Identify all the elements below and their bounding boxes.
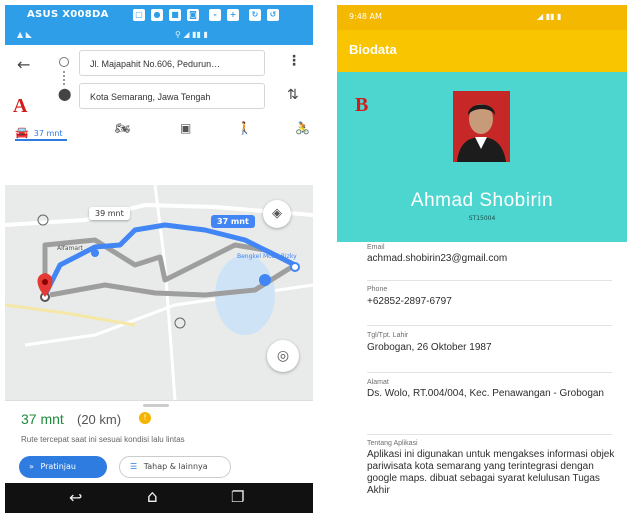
volume-down-icon[interactable]: - [209,9,221,21]
email-label: Email [367,244,385,251]
more-menu-icon[interactable]: ⋮ [287,53,301,69]
android-status-bar: ▲ ◣ ⚲ ◢ ▮▮ ▮ [5,27,313,45]
start-button-label: Pratinjau [40,462,76,471]
refresh-icon[interactable]: ↺ [267,9,279,21]
home-icon[interactable]: ⌂ [147,487,158,507]
car-time: 37 mnt [33,129,63,138]
address-value: Ds. Wolo, RT.004/004, Kec. Penawangan - … [367,388,604,399]
alt-route-label[interactable]: 39 mnt [89,207,130,220]
motorbike-icon[interactable]: 🏍 [115,121,130,135]
profile-header: B Ahmad Shobirin ST15004 [337,72,627,242]
volume-up-icon[interactable]: + [227,9,239,21]
person-photo-icon [453,91,510,162]
divider [367,325,612,326]
car-icon: 🚘 [15,126,29,139]
route-distance: (20 km) [77,412,122,427]
power-icon[interactable]: ● [151,9,163,21]
profile-name: Ahmad Shobirin [410,190,554,211]
sheet-handle[interactable] [143,404,169,407]
status-icons: ⚲ ◢ ▮▮ ▮ [175,30,208,39]
warning-icon: ! [139,412,151,424]
transit-icon[interactable]: ▣ [180,121,191,135]
about-value: Aplikasi ini digunakan untuk mengakses i… [367,449,615,496]
email-value: achmad.shobirin23@gmail.com [367,253,508,264]
origin-field[interactable]: Jl. Majapahit No.606, Pedurun… [79,50,265,76]
profile-photo [453,91,510,162]
biodata-list: Email achmad.shobirin23@gmail.com Phone … [337,242,627,513]
profile-id: ST15004 [468,215,496,222]
panel-letter-a: A [13,95,28,117]
rotate-icon[interactable]: ↻ [249,9,261,21]
route-note: Rute tercepat saat ini sesuai kondisi la… [21,435,185,444]
travel-mode-bar: 🚘 37 mnt 🏍 ▣ 🚶 🚴 [5,117,313,145]
panel-b-biodata: 9:48 AM ◢ ▮▮ ▮ Biodata B Ahmad Shobirin … [337,5,627,513]
panel-a-maps: ASUS X008DA ▢ ● ■ ◙ - + ↻ ↺ ▲ ◣ ⚲ ◢ ▮▮ ▮… [5,5,313,513]
swap-icon[interactable]: ⇅ [287,87,299,103]
directions-panel: A ← ⬤ Jl. Majapahit No.606, Pedurun… Kot… [5,45,313,185]
birth-label: Tgl/Tpt. Lahir [367,332,409,339]
route-dots-icon [63,71,66,85]
recents-icon[interactable]: ❐ [231,488,244,506]
record-icon[interactable]: ■ [169,9,181,21]
walk-icon[interactable]: 🚶 [237,121,252,135]
screen-icon[interactable]: ▢ [133,9,145,21]
bike-icon[interactable]: 🚴 [295,121,310,135]
route-summary-sheet: 37 mnt (20 km) ! Rute tercepat saat ini … [5,400,313,484]
steps-button[interactable]: ☰ Tahap & lainnya [119,456,231,478]
app-bar: Biodata [337,30,627,72]
layers-icon[interactable]: ◈ [263,200,291,228]
route-duration: 37 mnt [21,411,64,427]
divider [367,434,612,435]
camera-icon[interactable]: ◙ [187,9,199,21]
status-time: 9:48 AM [349,12,382,21]
status-icons-b: ◢ ▮▮ ▮ [537,12,562,21]
steps-button-label: Tahap & lainnya [143,462,208,471]
android-nav-bar: ↩ ⌂ ❐ [5,483,313,513]
birth-value: Grobogan, 26 Oktober 1987 [367,342,492,353]
divider [367,280,612,281]
start-button[interactable]: » Pratinjau [19,456,107,478]
place-label-alfamart[interactable]: Alfamart [57,245,83,252]
signal-icon: ▲ ◣ [17,30,32,39]
phone-label: Phone [367,286,388,293]
destination-pin-icon: ⬤ [58,87,72,101]
mode-car-tab[interactable]: 🚘 37 mnt [15,121,67,141]
origin-dot-icon [59,57,69,67]
app-title: Biodata [349,42,397,57]
my-location-icon[interactable]: ◎ [267,340,299,372]
about-label: Tentang Aplikasi [367,440,418,447]
phone-value: +62852-2897-6797 [367,296,452,307]
back-icon[interactable]: ↩ [69,488,82,507]
place-label-bengkel[interactable]: Bengkel Mobil Rizky [237,253,297,260]
device-title: ASUS X008DA [27,9,109,20]
device-toolbar: ASUS X008DA ▢ ● ■ ◙ - + ↻ ↺ [5,5,313,27]
destination-field[interactable]: Kota Semarang, Jawa Tengah [79,83,265,109]
divider [367,372,612,373]
main-route-label[interactable]: 37 mnt [211,215,255,228]
back-arrow-icon[interactable]: ← [17,55,30,74]
map-view[interactable]: 39 mnt 37 mnt Alfamart Bengkel Mobil Riz… [5,185,313,400]
android-status-bar-b: 9:48 AM ◢ ▮▮ ▮ [337,5,627,30]
list-icon: ☰ [130,462,138,471]
navigate-icon: » [29,462,34,471]
panel-letter-b: B [355,94,369,116]
address-label: Alamat [367,379,389,386]
